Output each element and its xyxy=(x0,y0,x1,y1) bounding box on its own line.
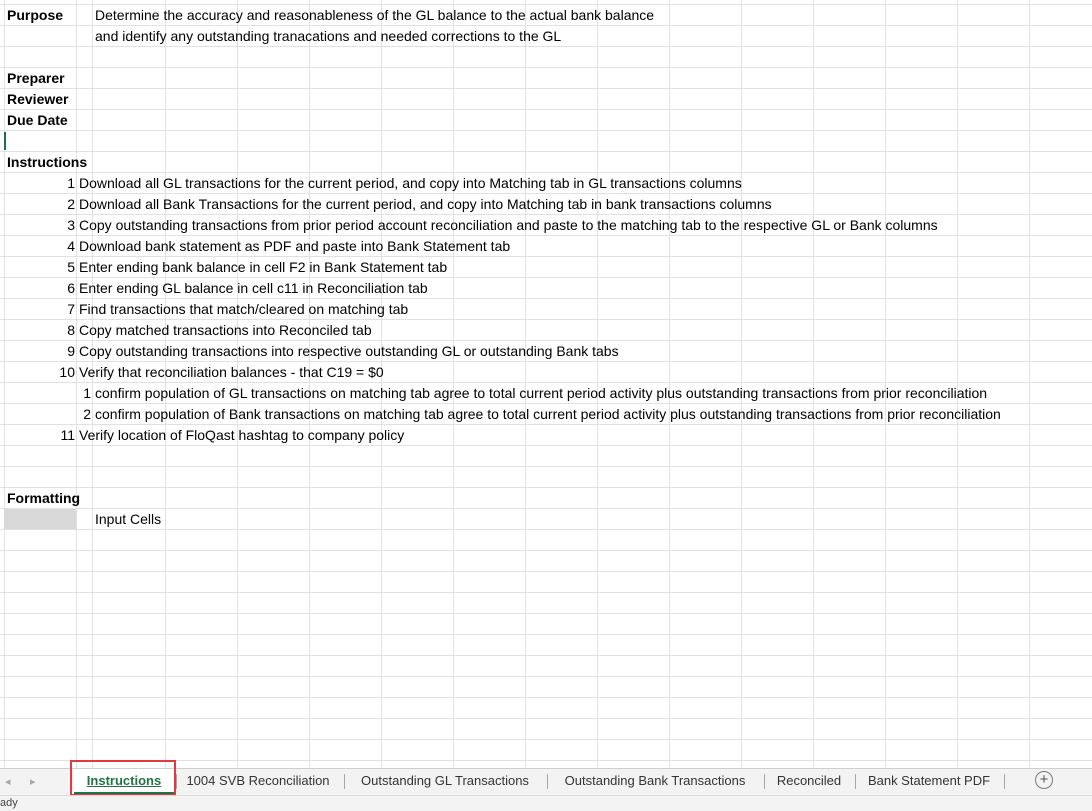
sub-instruction-number[interactable]: 2 xyxy=(77,404,91,425)
instruction-number[interactable]: 4 xyxy=(40,236,75,257)
due-date-label[interactable]: Due Date xyxy=(7,110,68,131)
scroll-tabs-left-icon[interactable]: ◂ xyxy=(5,773,11,791)
row-gridline xyxy=(0,697,1092,698)
sub-instruction-number[interactable]: 1 xyxy=(77,383,91,404)
tab-divider xyxy=(764,774,765,789)
tab-divider xyxy=(855,774,856,789)
row-gridline xyxy=(0,655,1092,656)
instruction-text[interactable]: Verify that reconciliation balances - th… xyxy=(79,362,384,383)
column-gridline xyxy=(4,0,5,768)
instruction-number[interactable]: 2 xyxy=(40,194,75,215)
input-cell-swatch[interactable] xyxy=(4,509,76,529)
row-gridline xyxy=(0,67,1092,68)
instruction-number[interactable]: 8 xyxy=(40,320,75,341)
instruction-number[interactable]: 7 xyxy=(40,299,75,320)
add-sheet-icon[interactable]: + xyxy=(1035,771,1053,789)
column-gridline xyxy=(1029,0,1030,768)
reviewer-label[interactable]: Reviewer xyxy=(7,89,68,110)
row-gridline xyxy=(0,613,1092,614)
purpose-label[interactable]: Purpose xyxy=(7,5,63,26)
active-cell-cursor xyxy=(4,132,6,150)
tab-outstanding-gl-transactions[interactable]: Outstanding GL Transactions xyxy=(346,769,544,794)
row-gridline xyxy=(0,109,1092,110)
row-gridline xyxy=(0,550,1092,551)
tab-label: Outstanding GL Transactions xyxy=(361,773,529,788)
instruction-number[interactable]: 11 xyxy=(40,425,75,446)
tab-label: Outstanding Bank Transactions xyxy=(564,773,746,788)
row-gridline xyxy=(0,718,1092,719)
instruction-number[interactable]: 9 xyxy=(40,341,75,362)
instruction-text[interactable]: Copy outstanding transactions from prior… xyxy=(79,215,938,236)
sub-instruction-text[interactable]: confirm population of GL transactions on… xyxy=(95,383,987,404)
row-gridline xyxy=(0,508,1092,509)
scroll-tabs-right-icon[interactable]: ▸ xyxy=(30,773,36,791)
preparer-label[interactable]: Preparer xyxy=(7,68,65,89)
row-gridline xyxy=(0,487,1092,488)
purpose-line-1[interactable]: Determine the accuracy and reasonablenes… xyxy=(95,5,654,26)
row-gridline xyxy=(0,529,1092,530)
row-gridline xyxy=(0,88,1092,89)
input-cells-label[interactable]: Input Cells xyxy=(95,509,161,530)
worksheet-grid[interactable]: Purpose Determine the accuracy and reaso… xyxy=(0,0,1092,768)
instructions-label[interactable]: Instructions xyxy=(7,152,87,173)
sub-instruction-text[interactable]: confirm population of Bank transactions … xyxy=(95,404,1001,425)
row-gridline xyxy=(0,739,1092,740)
instruction-text[interactable]: Download all GL transactions for the cur… xyxy=(79,173,742,194)
instruction-text[interactable]: Verify location of FloQast hashtag to co… xyxy=(79,425,404,446)
instruction-text[interactable]: Enter ending bank balance in cell F2 in … xyxy=(79,257,447,278)
tab-divider xyxy=(1004,774,1005,789)
instruction-text[interactable]: Download bank statement as PDF and paste… xyxy=(79,236,510,257)
tab-divider xyxy=(547,774,548,789)
row-gridline xyxy=(0,130,1092,131)
instruction-number[interactable]: 3 xyxy=(40,215,75,236)
row-gridline xyxy=(0,466,1092,467)
tab-divider xyxy=(344,774,345,789)
tab-label: Reconciled xyxy=(776,773,842,788)
row-gridline xyxy=(0,571,1092,572)
tab-outstanding-bank-transactions[interactable]: Outstanding Bank Transactions xyxy=(549,769,761,794)
instruction-number[interactable]: 10 xyxy=(40,362,75,383)
instruction-text[interactable]: Enter ending GL balance in cell c11 in R… xyxy=(79,278,428,299)
tab-bank-statement-pdf[interactable]: Bank Statement PDF xyxy=(857,769,1001,794)
tab-divider xyxy=(176,774,177,789)
instruction-number[interactable]: 6 xyxy=(40,278,75,299)
status-bar: ady xyxy=(0,795,1092,811)
row-gridline xyxy=(0,634,1092,635)
status-text: ady xyxy=(0,797,18,809)
instruction-text[interactable]: Find transactions that match/cleared on … xyxy=(79,299,408,320)
active-tab-highlight-box xyxy=(70,760,176,796)
instruction-number[interactable]: 1 xyxy=(40,173,75,194)
row-gridline xyxy=(0,592,1092,593)
instruction-text[interactable]: Copy matched transactions into Reconcile… xyxy=(79,320,372,341)
tab-label: Bank Statement PDF xyxy=(867,773,991,788)
tab-reconciled[interactable]: Reconciled xyxy=(766,769,852,794)
tab-label: 1004 SVB Reconciliation xyxy=(186,773,330,788)
formatting-label[interactable]: Formatting xyxy=(7,488,80,509)
tab-1004-svb-reconciliation[interactable]: 1004 SVB Reconciliation xyxy=(178,769,338,794)
row-gridline xyxy=(0,151,1092,152)
purpose-line-2[interactable]: and identify any outstanding tranacation… xyxy=(95,26,561,47)
row-gridline xyxy=(0,676,1092,677)
instruction-text[interactable]: Copy outstanding transactions into respe… xyxy=(79,341,619,362)
instruction-text[interactable]: Download all Bank Transactions for the c… xyxy=(79,194,772,215)
column-gridline xyxy=(92,0,93,768)
instruction-number[interactable]: 5 xyxy=(40,257,75,278)
